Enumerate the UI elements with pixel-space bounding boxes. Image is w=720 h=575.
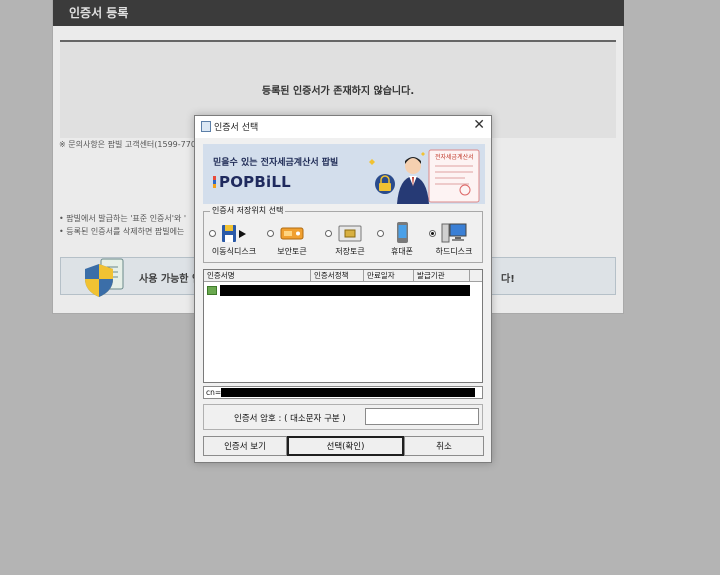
column-issuer[interactable]: 발급기관	[414, 270, 470, 281]
redacted-certificate-info	[220, 285, 470, 296]
businessman-illustration-icon: 전자세금계산서	[369, 149, 480, 204]
cn-label: cn=	[206, 388, 222, 397]
password-input[interactable]	[365, 408, 479, 425]
storage-option-hard-disk[interactable]: 하드디스크	[426, 222, 482, 260]
removable-disk-radio[interactable]	[209, 230, 216, 237]
page-header: 인증서 등록	[53, 0, 624, 26]
certificate-select-dialog: 인증서 선택 ✕ 믿을수 있는 전자세금계산서 팝빌 POPBiLL 전자세금계…	[194, 115, 492, 463]
certificate-row[interactable]	[206, 285, 470, 297]
dialog-titlebar[interactable]: 인증서 선택 ✕	[195, 116, 491, 138]
cn-field: cn=	[203, 386, 483, 399]
shield-document-icon	[85, 258, 124, 297]
support-note: ※ 문의사항은 팝빌 고객센터(1599-7709	[59, 140, 202, 149]
security-token-radio[interactable]	[267, 230, 274, 237]
cancel-button[interactable]: 취소	[404, 436, 484, 456]
page-title: 인증서 등록	[69, 6, 129, 20]
storage-option-storage-token[interactable]: 저장토큰	[322, 222, 378, 260]
hard-disk-radio[interactable]	[429, 230, 436, 237]
column-cert-name[interactable]: 인증서명	[204, 270, 311, 281]
storage-option-security-token[interactable]: 보안토큰	[264, 222, 320, 260]
storage-token-label: 저장토큰	[335, 247, 365, 256]
column-expiry-date[interactable]: 만료일자	[364, 270, 414, 281]
mobile-phone-icon	[397, 222, 408, 243]
banner-text-end: 다!	[501, 274, 515, 285]
certificate-list[interactable]: 인증서명 인증서정책 만료일자 발급기관	[203, 269, 483, 383]
removable-disk-icon	[222, 225, 246, 242]
empty-message: 등록된 인증서가 존재하지 않습니다.	[261, 86, 415, 97]
redacted-cn-value	[221, 388, 475, 397]
logo-text: POPBiLL	[219, 173, 291, 191]
storage-location-group: 인증서 저장위치 선택 이동식디스크 보안토큰 저장토큰 휴대폰 하드디스크	[203, 205, 483, 263]
certificate-window-icon	[201, 121, 211, 132]
popbill-banner: 믿을수 있는 전자세금계산서 팝빌 POPBiLL 전자세금계산서	[203, 144, 485, 204]
info-bullet: • 등록된 인증서를 삭제하면 팝빌에는	[59, 227, 185, 236]
security-token-label: 보안토큰	[277, 247, 307, 256]
close-button[interactable]: ✕	[473, 117, 485, 133]
certificate-icon	[207, 286, 217, 295]
list-header: 인증서명 인증서정책 만료일자 발급기관	[204, 270, 482, 282]
hard-disk-icon	[441, 223, 467, 243]
popbill-logo: POPBiLL	[213, 173, 291, 191]
hard-disk-label: 하드디스크	[435, 247, 473, 256]
password-group: 인증서 암호 : ( 대소문자 구분 )	[203, 404, 483, 430]
storage-token-radio[interactable]	[325, 230, 332, 237]
security-token-icon	[280, 227, 304, 240]
mobile-phone-radio[interactable]	[377, 230, 384, 237]
select-confirm-button[interactable]: 선택(확인)	[287, 436, 404, 456]
banner-doc-title: 전자세금계산서	[435, 153, 474, 161]
dialog-title: 인증서 선택	[214, 123, 259, 133]
info-bullets: • 팝빌에서 발급하는 '표준 인증서'와 ' • 등록된 인증서를 삭제하면 …	[59, 212, 186, 238]
mobile-phone-label: 휴대폰	[390, 247, 414, 256]
column-cert-policy[interactable]: 인증서정책	[311, 270, 364, 281]
removable-disk-label: 이동식디스크	[211, 247, 257, 256]
storage-token-icon	[338, 225, 362, 242]
logo-mark-icon	[213, 176, 216, 188]
banner-text: 사용 가능한 인	[139, 274, 202, 285]
password-label: 인증서 암호 : ( 대소문자 구분 )	[234, 414, 346, 424]
view-certificate-button[interactable]: 인증서 보기	[203, 436, 287, 456]
banner-tagline: 믿을수 있는 전자세금계산서 팝빌	[213, 158, 339, 168]
storage-option-mobile-phone[interactable]: 휴대폰	[374, 222, 430, 260]
info-bullet: • 팝빌에서 발급하는 '표준 인증서'와 '	[59, 214, 187, 223]
storage-option-removable-disk[interactable]: 이동식디스크	[206, 222, 262, 260]
storage-group-label: 인증서 저장위치 선택	[210, 205, 286, 216]
